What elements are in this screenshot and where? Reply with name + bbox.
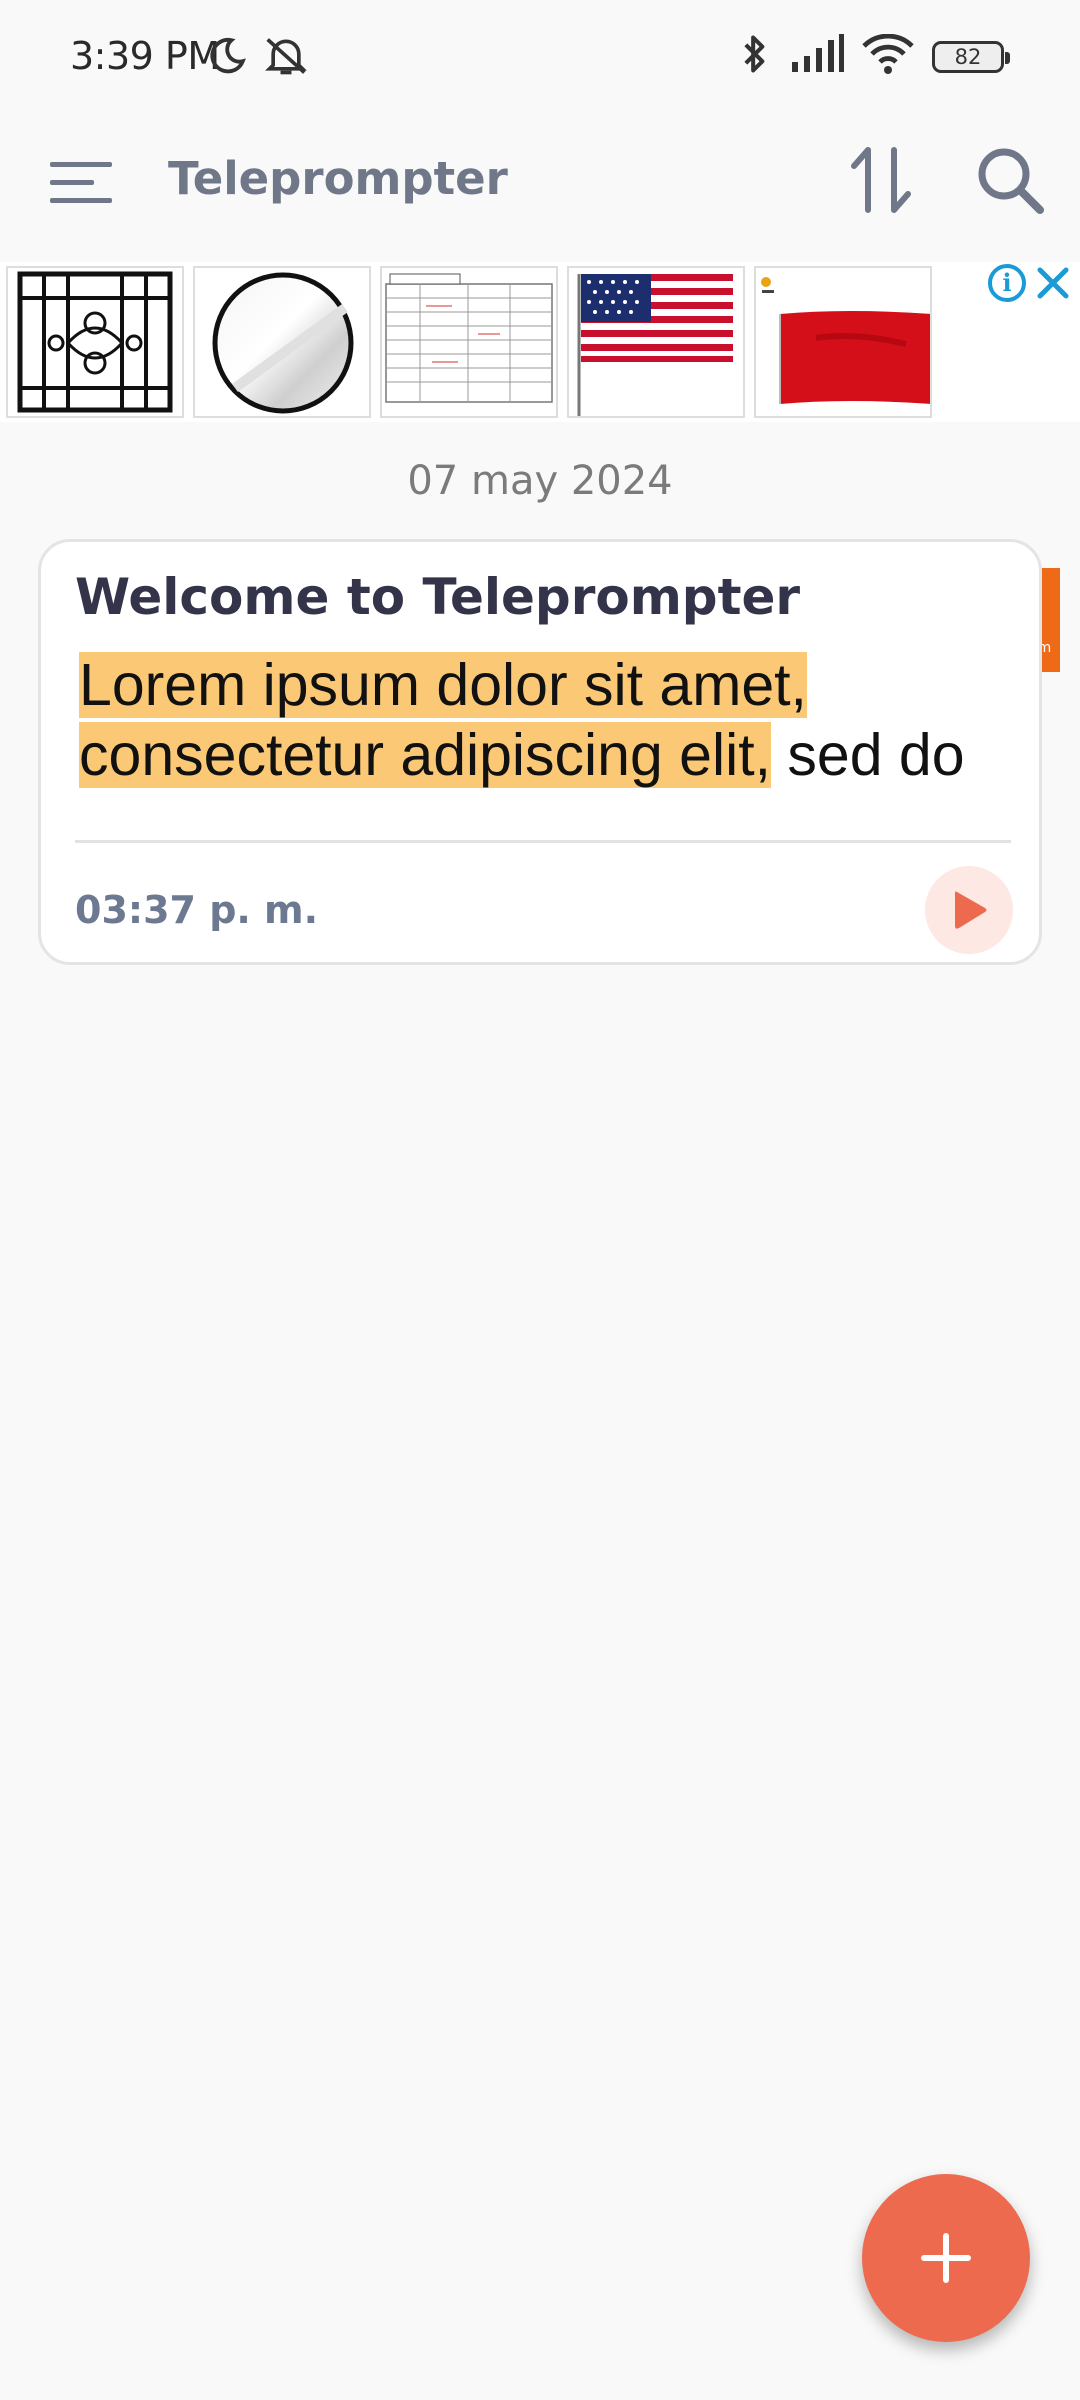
window-grille-image (17, 271, 173, 413)
status-bar: 3:39 PM 82 (0, 0, 1080, 110)
ad-banner[interactable]: Alibaba.com (0, 262, 1080, 672)
ad-item-red-flag[interactable] (754, 266, 932, 418)
note-divider (75, 840, 1011, 843)
ad-item-window-grille[interactable] (6, 266, 184, 418)
menu-icon (50, 162, 112, 203)
note-body-highlighted: Lorem ipsum dolor sit amet, consectetur … (79, 652, 807, 788)
status-time: 3:39 PM (70, 34, 220, 78)
play-icon (955, 891, 987, 929)
note-body: Lorem ipsum dolor sit amet, consectetur … (75, 650, 1015, 795)
app-title: Teleprompter (168, 152, 508, 205)
plus-icon (921, 2233, 971, 2283)
app-bar: Teleprompter (0, 110, 1080, 250)
moon-icon (206, 35, 248, 82)
status-right-icons: 82 (738, 32, 1010, 81)
wifi-icon (862, 33, 914, 79)
date-header: 07 may 2024 (407, 458, 673, 504)
ad-item-round-mirror[interactable] (193, 266, 371, 418)
search-button[interactable] (970, 140, 1050, 220)
info-icon[interactable]: i (988, 264, 1026, 302)
round-mirror-image (212, 272, 354, 414)
sort-button[interactable] (846, 140, 918, 220)
battery-level: 82 (954, 44, 982, 69)
us-flag-image (577, 274, 733, 416)
form-sheet-image (385, 273, 553, 403)
status-left-icons (206, 34, 310, 83)
battery-icon: 82 (932, 40, 1010, 73)
sort-icon (851, 147, 911, 213)
menu-button[interactable] (48, 148, 118, 218)
signal-icon (790, 34, 844, 79)
ad-item-us-flag[interactable] (567, 266, 745, 418)
red-flag-image (761, 277, 930, 404)
play-button[interactable] (925, 866, 1013, 954)
ad-close-button[interactable] (1032, 262, 1074, 304)
note-card[interactable]: Welcome to Teleprompter Lorem ipsum dolo… (38, 539, 1042, 965)
ad-item-form-sheet[interactable] (380, 266, 558, 418)
note-time: 03:37 p. m. (75, 888, 319, 932)
close-icon (1037, 267, 1069, 299)
note-title: Welcome to Teleprompter (75, 568, 801, 626)
search-icon (978, 148, 1044, 214)
add-note-button[interactable] (862, 2174, 1030, 2342)
notifications-off-icon (262, 34, 310, 83)
bluetooth-icon (738, 32, 772, 81)
